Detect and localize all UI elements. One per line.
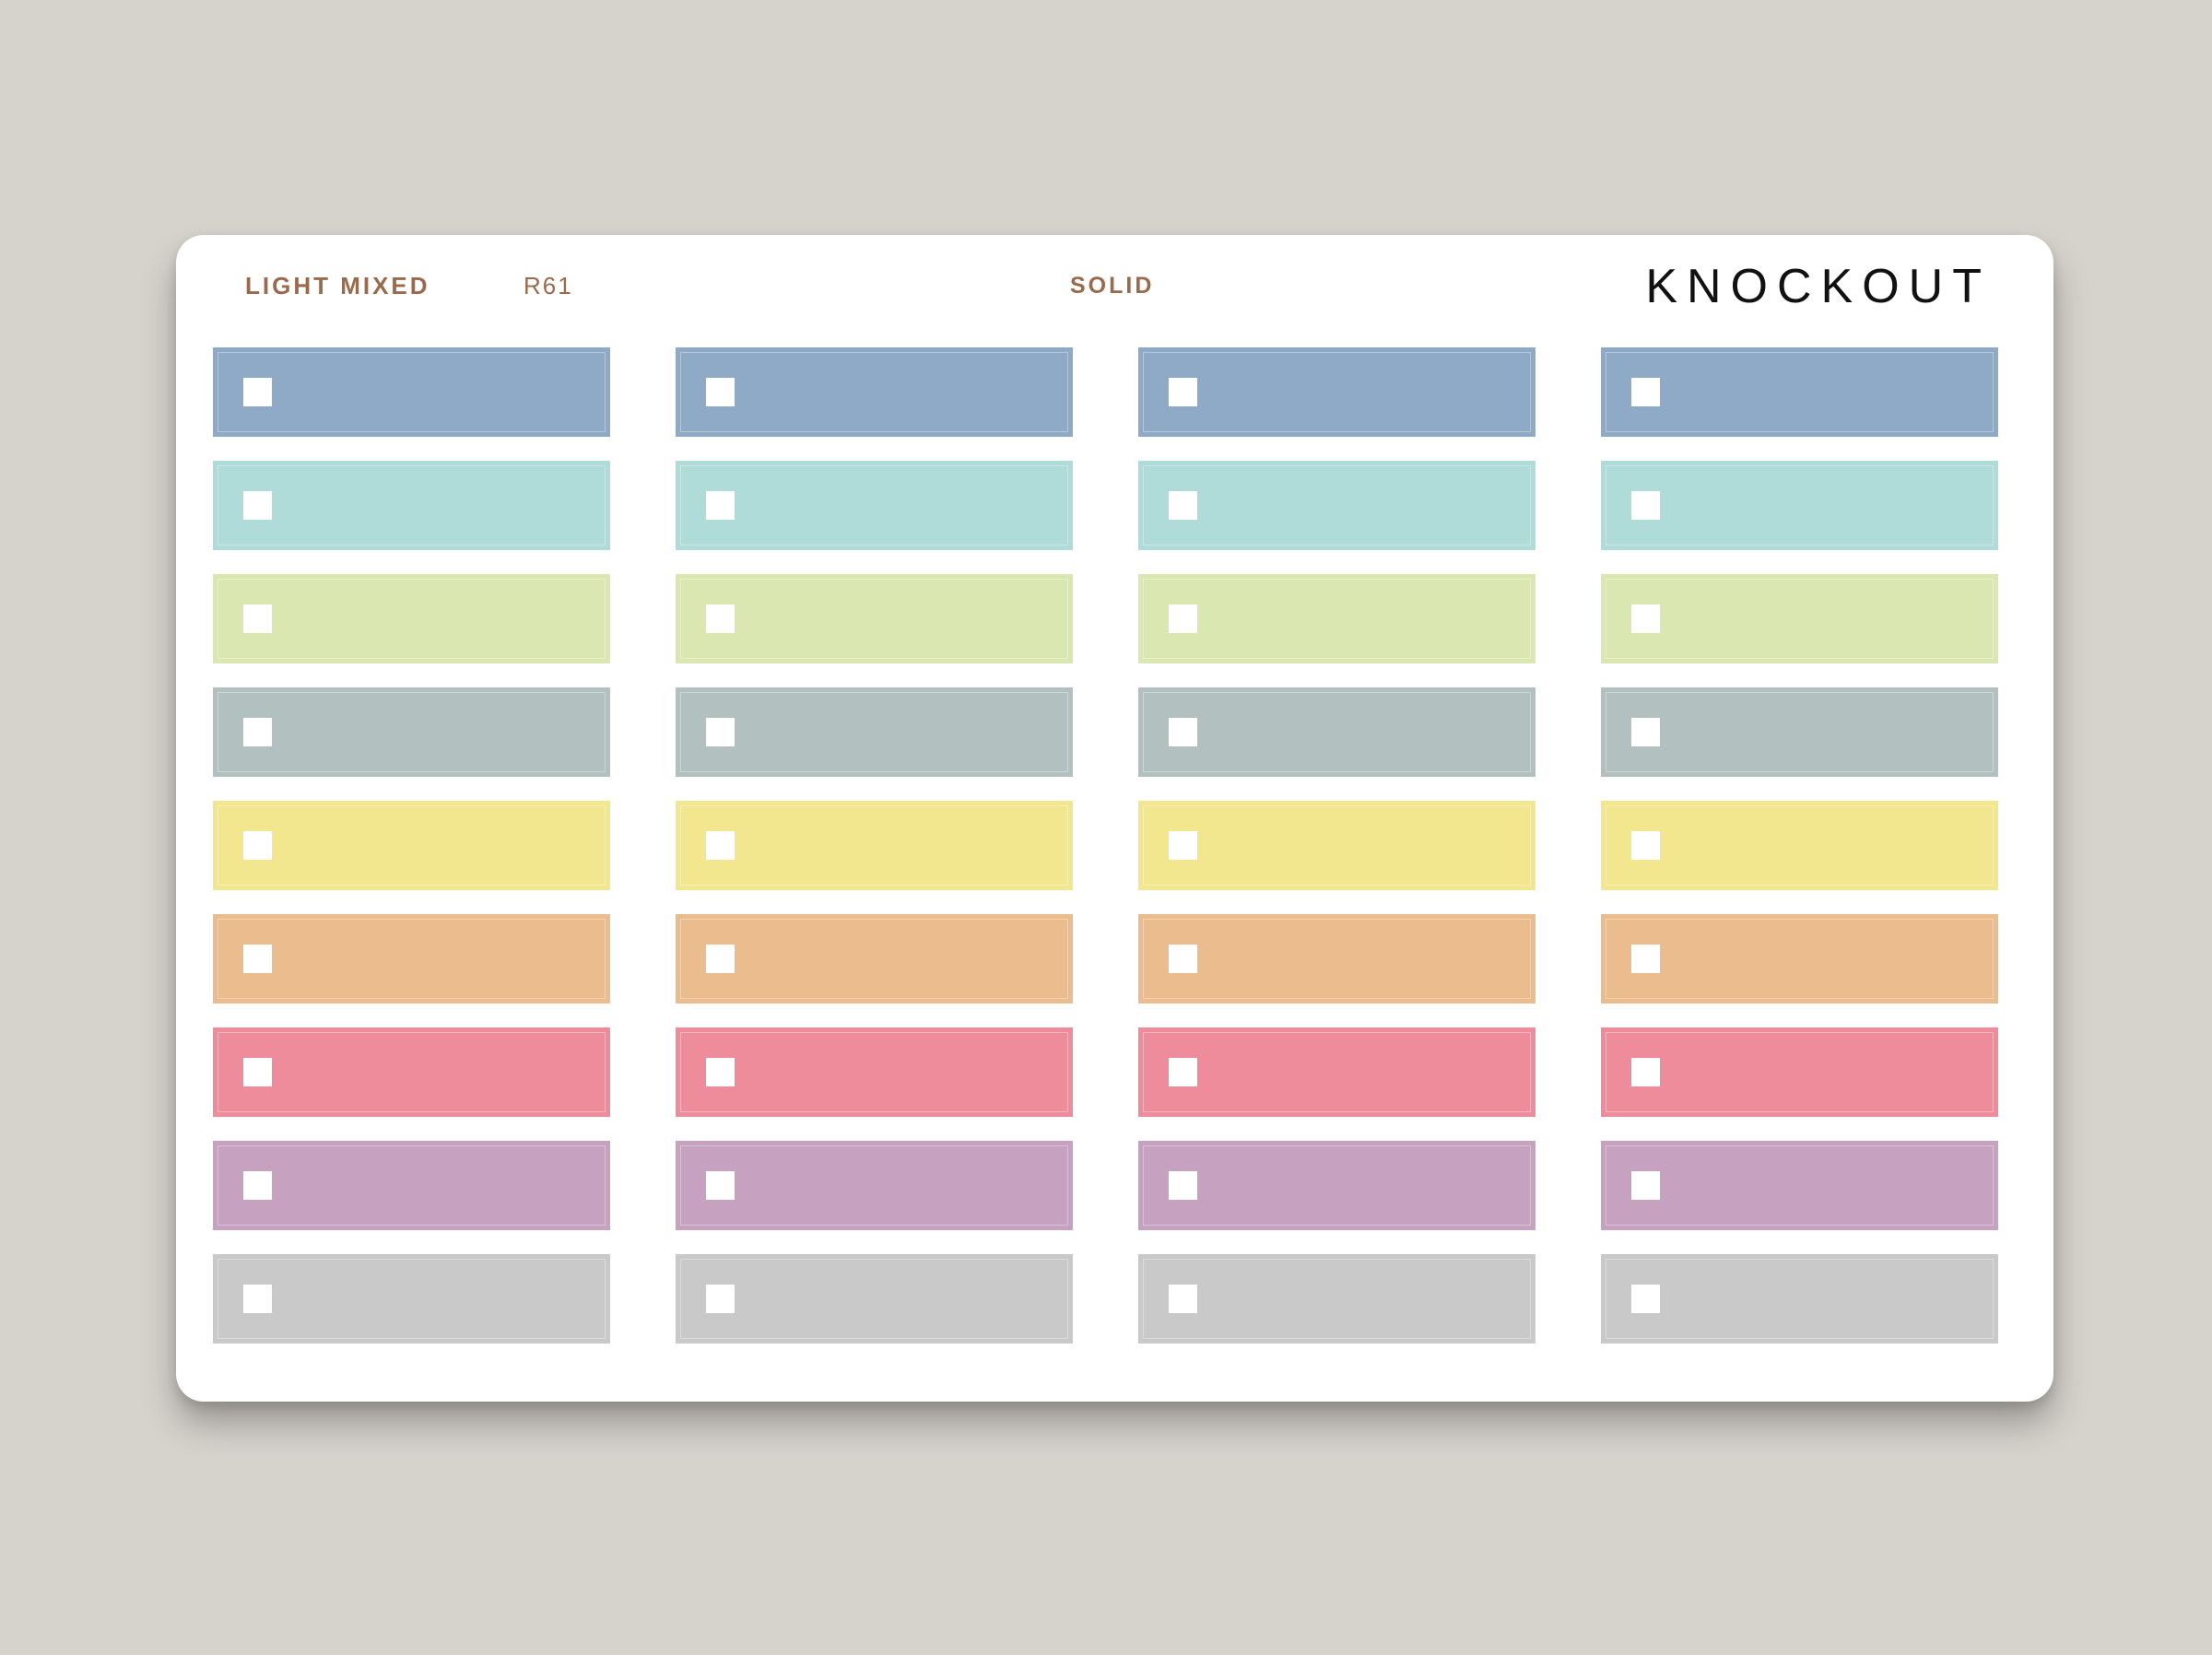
brand-logo: KNOCKOUT [1645, 260, 1991, 313]
sticker [1138, 461, 1535, 550]
sticker [213, 1027, 610, 1117]
variant-label: LIGHT MIXED [245, 272, 430, 299]
checkbox-square-icon [243, 831, 272, 860]
sticker [1601, 914, 1998, 1004]
sticker [676, 801, 1073, 890]
sticker [213, 1254, 610, 1344]
sticker [1138, 1141, 1535, 1230]
checkbox-square-icon [1631, 604, 1660, 633]
checkbox-square-icon [243, 1058, 272, 1086]
checkbox-square-icon [1169, 945, 1197, 973]
sticker [1601, 574, 1998, 663]
checkbox-square-icon [243, 1285, 272, 1313]
checkbox-square-icon [1631, 1285, 1660, 1313]
sticker [1138, 574, 1535, 663]
sticker [676, 687, 1073, 777]
checkbox-square-icon [1631, 831, 1660, 860]
checkbox-square-icon [706, 604, 735, 633]
checkbox-square-icon [706, 378, 735, 406]
sticker [1601, 1141, 1998, 1230]
checkbox-square-icon [1169, 718, 1197, 746]
sticker [676, 1254, 1073, 1344]
sticker [1138, 1027, 1535, 1117]
sticker [1601, 1027, 1998, 1117]
sticker [676, 461, 1073, 550]
checkbox-square-icon [1169, 831, 1197, 860]
checkbox-square-icon [706, 945, 735, 973]
sticker [1138, 687, 1535, 777]
checkbox-square-icon [1631, 378, 1660, 406]
checkbox-square-icon [1169, 1285, 1197, 1313]
sticker [676, 347, 1073, 437]
sticker [213, 914, 610, 1004]
checkbox-square-icon [1169, 604, 1197, 633]
checkbox-square-icon [1631, 1171, 1660, 1200]
sticker [676, 1141, 1073, 1230]
sticker [1601, 801, 1998, 890]
sticker [213, 574, 610, 663]
sticker-sheet: LIGHT MIXED R61 SOLID KNOCKOUT [176, 235, 2053, 1402]
sticker [213, 801, 610, 890]
checkbox-square-icon [243, 1171, 272, 1200]
checkbox-square-icon [706, 1058, 735, 1086]
checkbox-square-icon [243, 718, 272, 746]
checkbox-square-icon [1631, 945, 1660, 973]
sticker [1138, 347, 1535, 437]
product-code: R61 [524, 272, 573, 299]
checkbox-square-icon [1631, 1058, 1660, 1086]
checkbox-square-icon [243, 604, 272, 633]
checkbox-square-icon [706, 831, 735, 860]
sticker [213, 1141, 610, 1230]
checkbox-square-icon [243, 378, 272, 406]
checkbox-square-icon [1169, 378, 1197, 406]
sticker [213, 687, 610, 777]
checkbox-square-icon [243, 945, 272, 973]
checkbox-square-icon [706, 718, 735, 746]
checkbox-square-icon [706, 491, 735, 520]
checkbox-square-icon [1631, 718, 1660, 746]
sticker [1601, 687, 1998, 777]
sticker [1601, 461, 1998, 550]
sticker [676, 574, 1073, 663]
sticker [676, 914, 1073, 1004]
sticker [1601, 1254, 1998, 1344]
style-label: SOLID [1070, 273, 1155, 299]
checkbox-square-icon [1169, 491, 1197, 520]
checkbox-square-icon [1631, 491, 1660, 520]
sticker [1138, 801, 1535, 890]
checkbox-square-icon [706, 1171, 735, 1200]
sticker [213, 347, 610, 437]
sticker-grid [213, 347, 1998, 1344]
checkbox-square-icon [243, 491, 272, 520]
checkbox-square-icon [1169, 1171, 1197, 1200]
sticker [1601, 347, 1998, 437]
checkbox-square-icon [1169, 1058, 1197, 1086]
checkbox-square-icon [706, 1285, 735, 1313]
sticker [676, 1027, 1073, 1117]
sticker [213, 461, 610, 550]
sticker [1138, 1254, 1535, 1344]
sticker [1138, 914, 1535, 1004]
